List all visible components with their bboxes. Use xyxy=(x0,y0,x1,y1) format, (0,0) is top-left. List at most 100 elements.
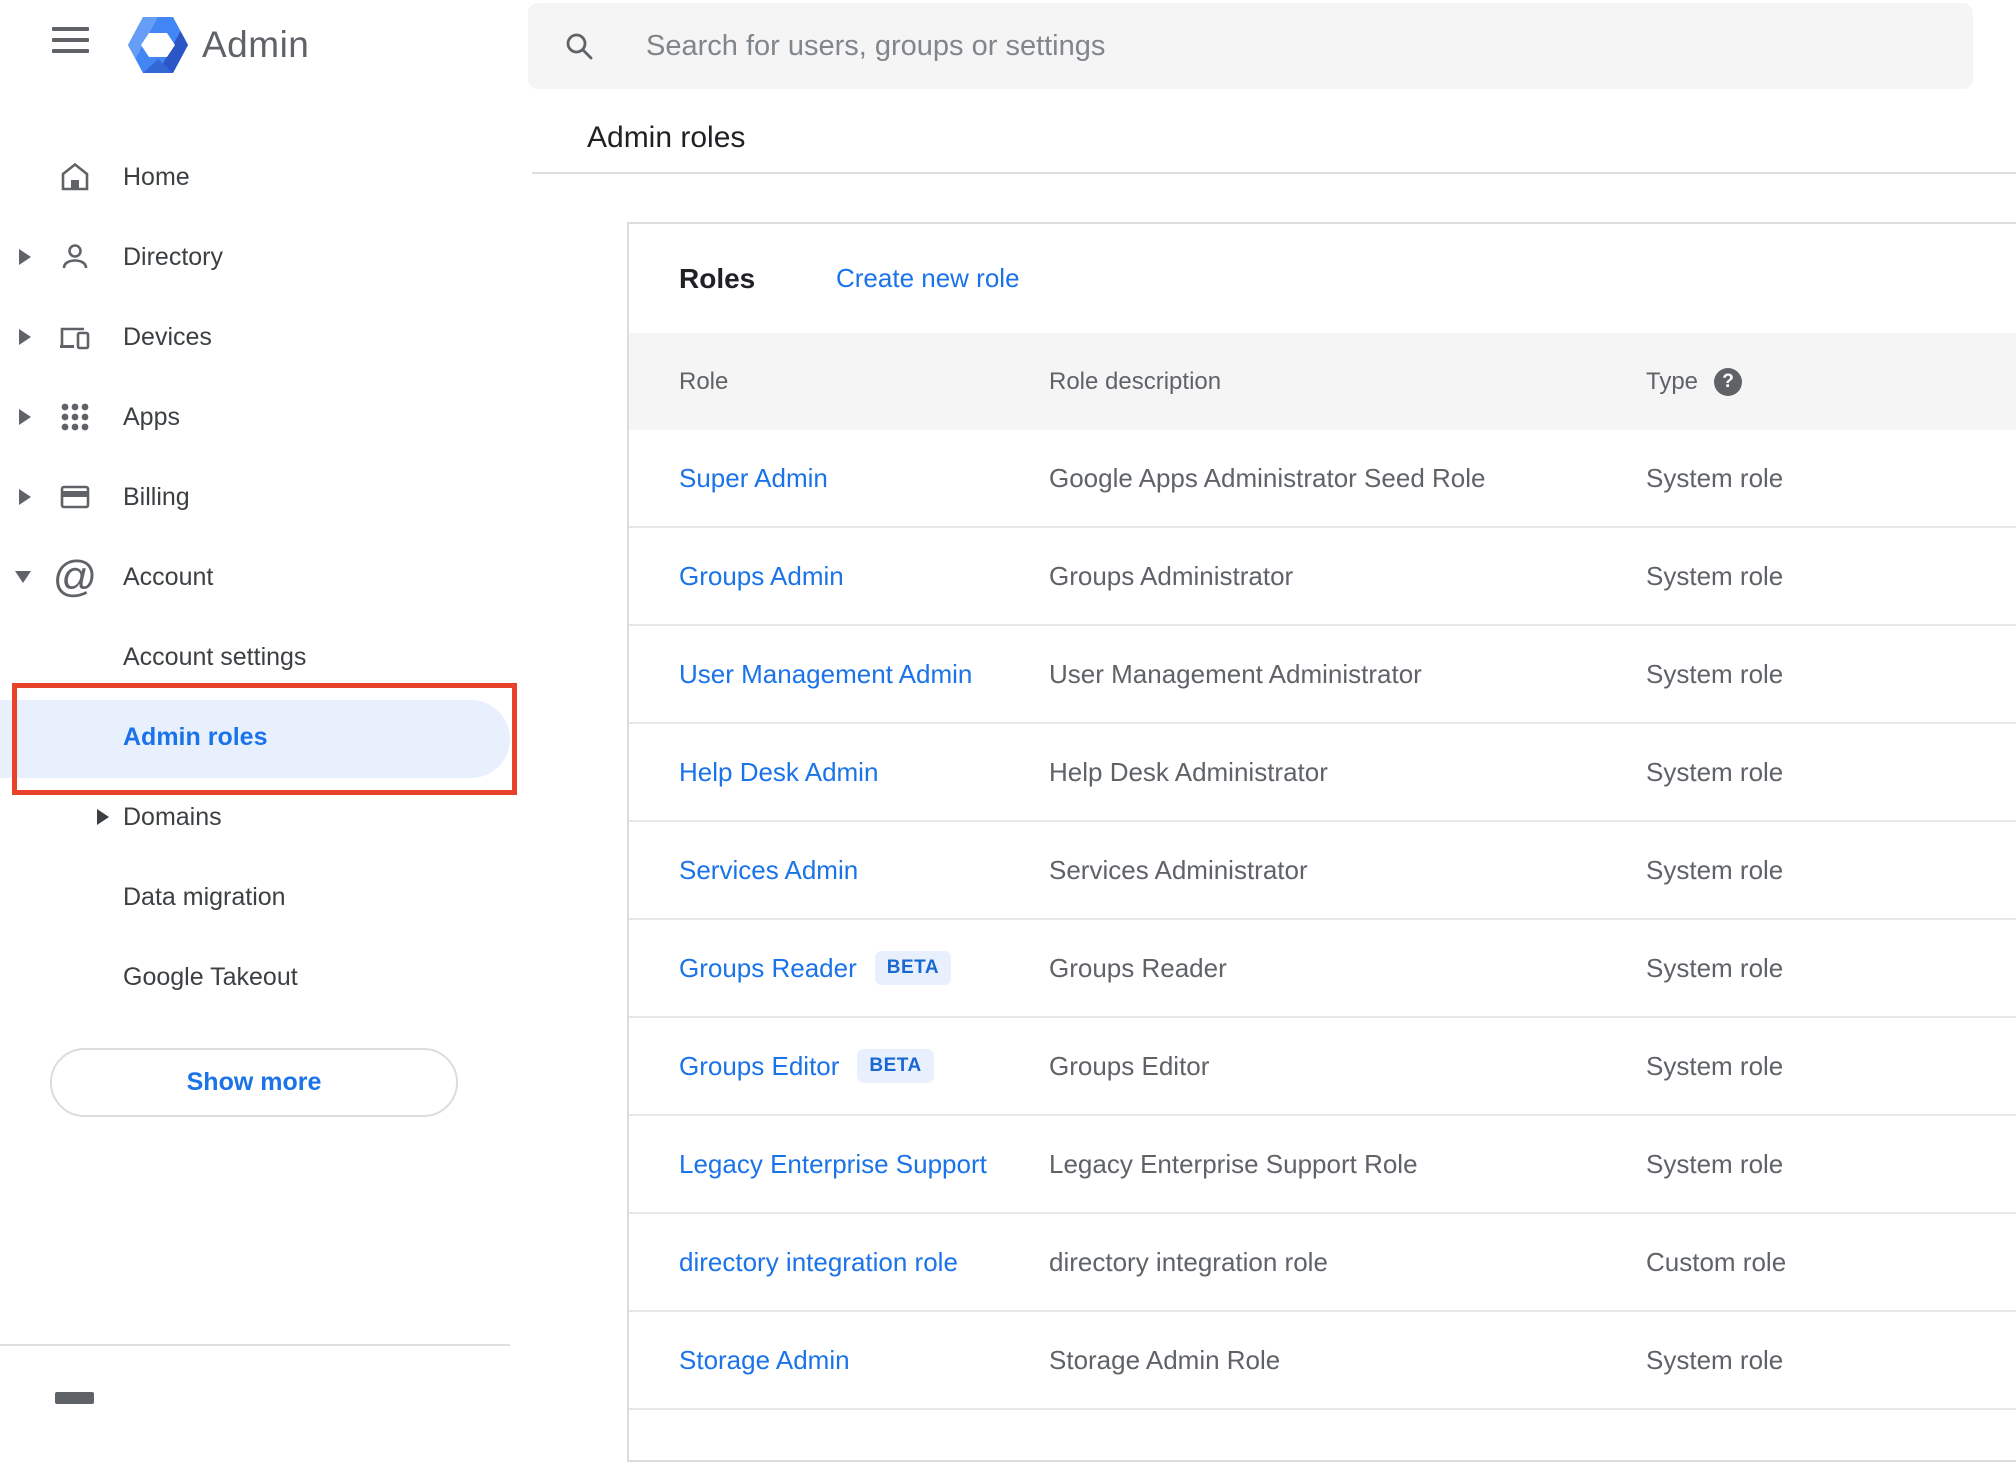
show-more-label: Show more xyxy=(186,1068,322,1096)
role-link[interactable]: Groups Reader xyxy=(679,953,857,984)
sidebar-item-account-settings[interactable]: Account settings xyxy=(0,628,510,686)
devices-icon xyxy=(58,320,92,354)
table-row: Super Admin Google Apps Administrator Se… xyxy=(629,430,2016,528)
role-link[interactable]: Groups Editor xyxy=(679,1051,839,1082)
menu-icon[interactable] xyxy=(52,27,89,53)
roles-heading: Roles xyxy=(679,262,756,294)
help-icon[interactable]: ? xyxy=(1714,367,1743,396)
expand-caret-icon xyxy=(19,409,31,425)
expand-caret-icon xyxy=(19,489,31,505)
roles-card-header: Roles Create new role xyxy=(629,224,2016,333)
table-row: Groups Editor BETA Groups Editor System … xyxy=(629,1018,2016,1116)
role-type: System role xyxy=(1646,462,1784,493)
role-description: User Management Administrator xyxy=(1049,658,1422,689)
sidebar-item-label: Directory xyxy=(123,242,224,271)
logo-text: Admin xyxy=(202,24,310,65)
role-link[interactable]: Storage Admin xyxy=(679,1345,850,1376)
role-link[interactable]: directory integration role xyxy=(679,1247,958,1278)
role-link[interactable]: Help Desk Admin xyxy=(679,757,878,788)
sidebar-item-domains[interactable]: Domains xyxy=(0,788,510,846)
sidebar-item-label: Admin roles xyxy=(123,722,268,751)
search-bar[interactable] xyxy=(528,3,1973,89)
table-row: directory integration role directory int… xyxy=(629,1214,2016,1312)
sidebar-item-billing[interactable]: Billing xyxy=(0,468,510,526)
sidebar-item-admin-roles[interactable]: Admin roles xyxy=(0,708,510,766)
table-header-row: Role Role description Type ? xyxy=(629,333,2016,430)
sidebar-item-google-takeout[interactable]: Google Takeout xyxy=(0,948,510,1006)
column-header-description: Role description xyxy=(1049,367,1222,395)
collapse-caret-icon xyxy=(15,571,31,583)
role-description: Services Administrator xyxy=(1049,854,1308,885)
role-description: Help Desk Administrator xyxy=(1049,756,1328,787)
table-row: Storage Admin Storage Admin Role System … xyxy=(629,1312,2016,1410)
sidebar-item-directory[interactable]: Directory xyxy=(0,228,510,286)
expand-caret-icon xyxy=(19,249,31,265)
sidebar-item-label: Data migration xyxy=(123,882,286,911)
beta-badge: BETA xyxy=(857,1049,934,1083)
sidebar-item-data-migration[interactable]: Data migration xyxy=(0,868,510,926)
sidebar-item-label: Devices xyxy=(123,322,212,351)
role-link[interactable]: User Management Admin xyxy=(679,659,972,690)
clipped-bottom-icon xyxy=(55,1392,94,1404)
role-description: Groups Administrator xyxy=(1049,560,1294,591)
sidebar-item-label: Google Takeout xyxy=(123,962,298,991)
role-description: Storage Admin Role xyxy=(1049,1344,1281,1375)
table-row: Groups Admin Groups Administrator System… xyxy=(629,528,2016,626)
role-description: Groups Editor xyxy=(1049,1050,1210,1081)
show-more-button[interactable]: Show more xyxy=(50,1048,458,1117)
role-type: System role xyxy=(1646,1050,1784,1081)
sidebar-item-label: Account xyxy=(123,562,214,591)
column-header-type: Type ? xyxy=(1646,367,2016,396)
sidebar-item-home[interactable]: Home xyxy=(0,148,510,206)
role-type: System role xyxy=(1646,560,1784,591)
beta-badge: BETA xyxy=(874,951,952,985)
apps-grid-icon xyxy=(58,400,92,434)
sidebar-item-label: Account settings xyxy=(123,642,307,671)
role-type: System role xyxy=(1646,756,1784,787)
role-description: Google Apps Administrator Seed Role xyxy=(1049,462,1486,493)
sidebar-item-label: Apps xyxy=(123,402,180,431)
sidebar-item-devices[interactable]: Devices xyxy=(0,308,510,366)
table-row: Help Desk Admin Help Desk Administrator … xyxy=(629,724,2016,822)
admin-console: Admin Home Directory Devices Apps Billin… xyxy=(0,0,2016,1462)
role-type: System role xyxy=(1646,952,1784,983)
expand-caret-icon xyxy=(19,329,31,345)
sidebar-item-account[interactable]: @ Account xyxy=(0,548,510,606)
table-row: User Management Admin User Management Ad… xyxy=(629,626,2016,724)
at-sign-icon: @ xyxy=(52,552,98,601)
sidebar-item-label: Domains xyxy=(123,802,222,831)
role-link[interactable]: Groups Admin xyxy=(679,561,844,592)
role-type: System role xyxy=(1646,658,1784,689)
role-link[interactable]: Super Admin xyxy=(679,463,828,494)
google-admin-logo: Admin xyxy=(128,17,309,73)
role-type: System role xyxy=(1646,1344,1784,1375)
admin-hexagon-icon xyxy=(128,17,188,73)
table-row: Services Admin Services Administrator Sy… xyxy=(629,822,2016,920)
role-link[interactable]: Legacy Enterprise Support xyxy=(679,1149,987,1180)
sidebar-item-apps[interactable]: Apps xyxy=(0,388,510,446)
table-row: Legacy Enterprise Support Legacy Enterpr… xyxy=(629,1116,2016,1214)
sidebar-item-label: Home xyxy=(123,162,190,191)
home-icon xyxy=(58,160,92,194)
search-input[interactable] xyxy=(646,3,1926,89)
role-type: System role xyxy=(1646,1148,1784,1179)
sidebar-divider xyxy=(0,1344,510,1346)
page-title: Admin roles xyxy=(587,121,746,154)
role-description: Groups Reader xyxy=(1049,952,1227,983)
role-description: directory integration role xyxy=(1049,1246,1328,1277)
column-header-type-label: Type xyxy=(1646,367,1699,395)
create-new-role-link[interactable]: Create new role xyxy=(836,224,1020,333)
expand-caret-icon xyxy=(97,809,109,825)
person-icon xyxy=(58,240,92,274)
credit-card-icon xyxy=(58,480,92,514)
role-type: Custom role xyxy=(1646,1246,1787,1277)
role-type: System role xyxy=(1646,854,1784,885)
column-header-role: Role xyxy=(679,367,729,395)
roles-card: Roles Create new role Role Role descript… xyxy=(627,222,2016,1462)
sidebar-item-label: Billing xyxy=(123,482,190,511)
role-link[interactable]: Services Admin xyxy=(679,855,858,886)
header-divider xyxy=(532,172,2016,174)
table-row: Groups Reader BETA Groups Reader System … xyxy=(629,920,2016,1018)
search-icon xyxy=(563,30,595,67)
role-description: Legacy Enterprise Support Role xyxy=(1049,1148,1418,1179)
